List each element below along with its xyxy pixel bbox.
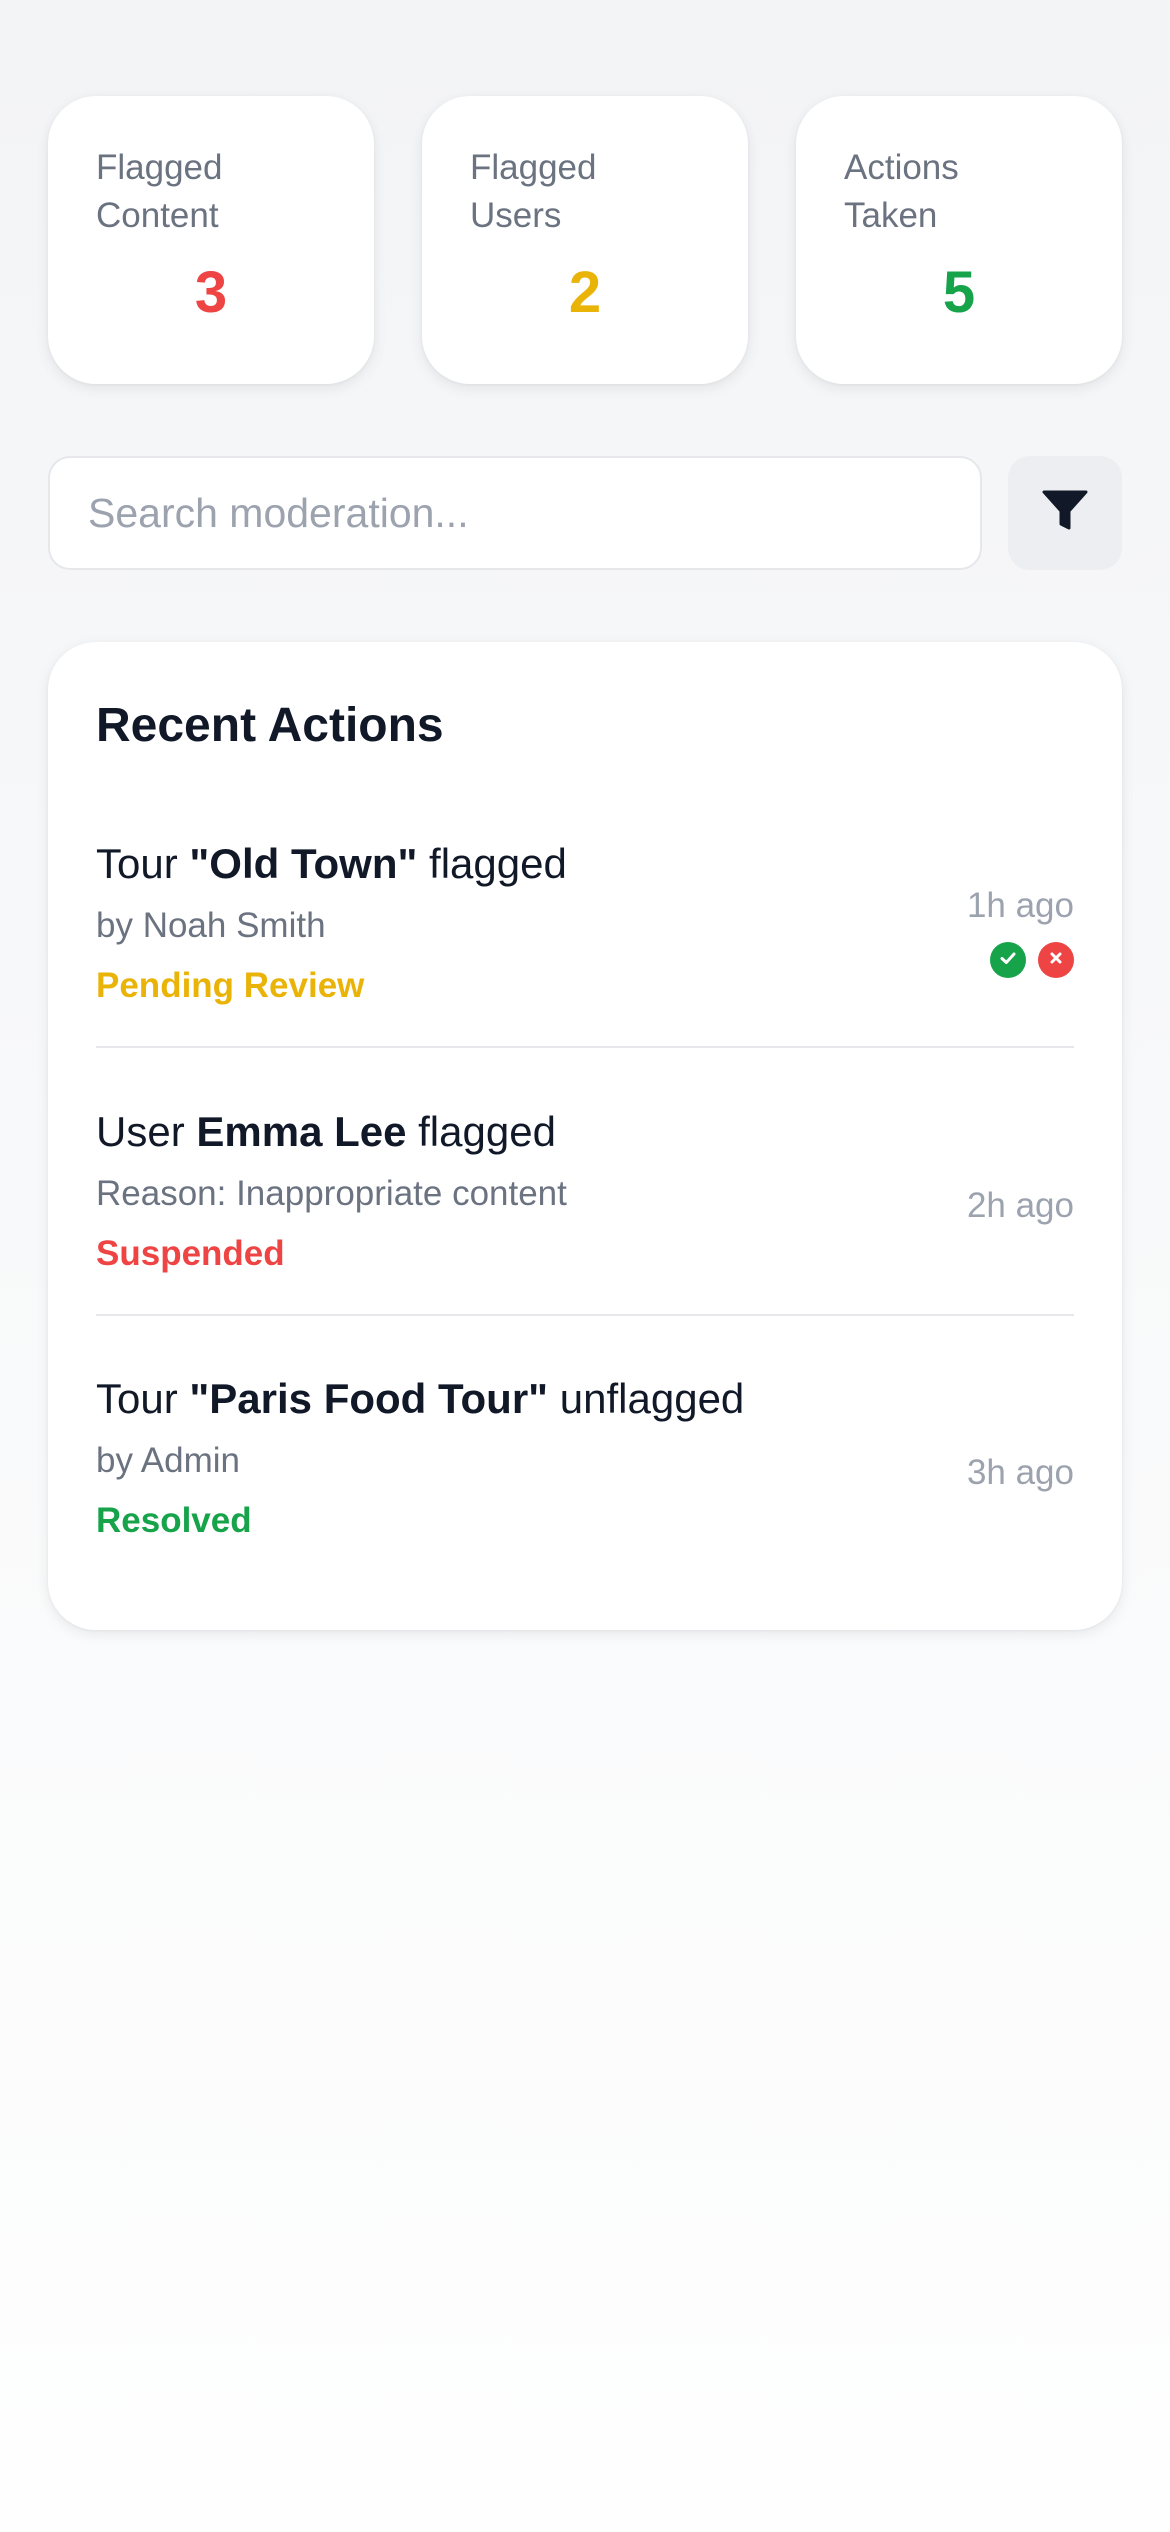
stats-row: Flagged Content 3 Flagged Users 2 Action… (48, 96, 1122, 384)
action-title-subject: "Paris Food Tour" (189, 1375, 549, 1422)
action-time: 3h ago (966, 1453, 1074, 1492)
stat-label-line1: Flagged (470, 148, 597, 187)
check-icon (998, 948, 1018, 973)
filter-button[interactable] (1008, 456, 1122, 570)
stat-label-line1: Flagged (96, 148, 223, 187)
stat-label: Flagged Content (96, 144, 326, 240)
status-pending-review: Pending Review (96, 966, 365, 1005)
action-title-subject: "Old Town" (189, 840, 418, 887)
stat-card-flagged-content[interactable]: Flagged Content 3 (48, 96, 374, 384)
search-row (48, 456, 1122, 570)
recent-actions-card: Recent Actions Tour "Old Town" flagged b… (48, 642, 1122, 1630)
filter-icon (1042, 490, 1088, 537)
action-title-subject: Emma Lee (196, 1108, 407, 1155)
action-title-suffix: flagged (406, 1108, 556, 1155)
action-subtitle: by Noah Smith (96, 906, 326, 945)
action-title: User Emma Lee flagged (96, 1106, 1074, 1158)
action-title-suffix: unflagged (548, 1375, 745, 1422)
status-suspended: Suspended (96, 1234, 285, 1273)
stat-value: 3 (194, 260, 228, 325)
action-time: 1h ago (966, 886, 1074, 925)
stat-label-line2: Taken (844, 196, 938, 235)
stat-label-line2: Users (470, 196, 562, 235)
approve-button[interactable] (990, 942, 1026, 978)
stat-value: 5 (942, 260, 976, 325)
search-input[interactable] (48, 456, 982, 570)
action-title: Tour "Paris Food Tour" unflagged (96, 1373, 1074, 1425)
action-title-prefix: Tour (96, 1375, 190, 1422)
action-title-suffix: flagged (417, 840, 567, 887)
stat-label-line2: Content (96, 196, 219, 235)
status-resolved: Resolved (96, 1501, 252, 1540)
stat-label: Actions Taken (844, 144, 1074, 240)
stat-card-actions-taken[interactable]: Actions Taken 5 (796, 96, 1122, 384)
action-title-prefix: User (96, 1108, 197, 1155)
action-item[interactable]: User Emma Lee flagged Reason: Inappropri… (96, 1106, 1074, 1316)
action-title-prefix: Tour (96, 840, 190, 887)
stat-label-line1: Actions (844, 148, 959, 187)
action-title: Tour "Old Town" flagged (96, 838, 1074, 890)
action-item[interactable]: Tour "Paris Food Tour" unflagged by Admi… (96, 1373, 1074, 1573)
action-item[interactable]: Tour "Old Town" flagged by Noah Smith Pe… (96, 838, 1074, 1048)
action-subtitle: Reason: Inappropriate content (96, 1174, 567, 1213)
stat-value: 2 (568, 260, 602, 325)
recent-actions-title: Recent Actions (96, 699, 444, 752)
reject-button[interactable] (1038, 942, 1074, 978)
action-subtitle: by Admin (96, 1441, 240, 1480)
stat-card-flagged-users[interactable]: Flagged Users 2 (422, 96, 748, 384)
action-time: 2h ago (966, 1186, 1074, 1225)
stat-label: Flagged Users (470, 144, 700, 240)
close-icon (1047, 949, 1065, 972)
action-buttons (990, 942, 1074, 978)
